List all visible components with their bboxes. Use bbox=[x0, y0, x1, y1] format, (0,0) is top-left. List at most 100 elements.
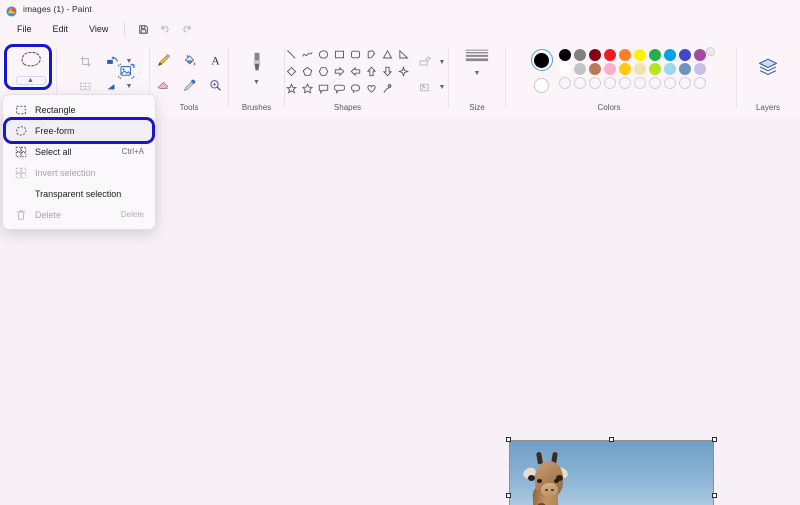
color-swatch[interactable] bbox=[573, 77, 586, 89]
color-swatch[interactable] bbox=[648, 77, 661, 89]
image-selection[interactable] bbox=[506, 437, 717, 505]
color-swatch[interactable] bbox=[558, 49, 571, 61]
shape-rectangular-callout[interactable] bbox=[316, 81, 331, 96]
pencil-icon[interactable] bbox=[151, 48, 175, 72]
shape-right-triangle[interactable] bbox=[396, 47, 411, 62]
layers-icon[interactable] bbox=[757, 57, 779, 82]
group-shapes: Shapes bbox=[285, 40, 410, 118]
shape-four-point-star[interactable] bbox=[396, 64, 411, 79]
color-swatch[interactable] bbox=[618, 77, 631, 89]
fill-bucket-icon[interactable] bbox=[177, 48, 201, 72]
color-swatch[interactable] bbox=[693, 63, 706, 75]
shape-rectangle[interactable] bbox=[332, 47, 347, 62]
resize-handle-w[interactable] bbox=[506, 493, 511, 498]
shape-rounded-callout[interactable] bbox=[332, 81, 347, 96]
color-swatch[interactable] bbox=[618, 63, 631, 75]
brush-icon[interactable] bbox=[249, 51, 265, 78]
resize-handle-nw[interactable] bbox=[506, 437, 511, 442]
color-swatch[interactable] bbox=[648, 49, 661, 61]
eraser-icon[interactable] bbox=[151, 73, 175, 97]
menu-view[interactable]: View bbox=[80, 21, 117, 37]
selection-expander[interactable]: ▲ bbox=[15, 75, 46, 85]
remove-background-icon[interactable] bbox=[117, 62, 136, 86]
color-swatch[interactable] bbox=[693, 49, 706, 61]
shape-rounded-rectangle[interactable] bbox=[348, 47, 363, 62]
transparent-selection-spacer bbox=[14, 187, 27, 200]
text-icon[interactable]: A bbox=[203, 48, 227, 72]
shape-up-arrow[interactable] bbox=[364, 64, 379, 79]
size-chevron-down-icon[interactable]: ▼ bbox=[474, 70, 481, 77]
primary-color-button[interactable] bbox=[530, 49, 553, 71]
resize-handle-ne[interactable] bbox=[712, 437, 717, 442]
color-swatch[interactable] bbox=[663, 77, 676, 89]
shape-oval[interactable] bbox=[316, 47, 331, 62]
eyedropper-icon[interactable] bbox=[177, 73, 201, 97]
save-icon[interactable] bbox=[132, 20, 154, 38]
color-swatch[interactable] bbox=[678, 77, 691, 89]
shape-curve[interactable] bbox=[300, 47, 315, 62]
color-swatch[interactable] bbox=[633, 49, 646, 61]
redo-icon[interactable] bbox=[176, 20, 198, 38]
undo-icon[interactable] bbox=[154, 20, 176, 38]
fill-icon[interactable] bbox=[413, 75, 437, 99]
shape-right-arrow[interactable] bbox=[332, 64, 347, 79]
shape-six-point-star[interactable] bbox=[300, 81, 315, 96]
brushes-chevron-down-icon[interactable]: ▼ bbox=[253, 79, 260, 86]
color-swatch[interactable] bbox=[573, 49, 586, 61]
shape-row-2 bbox=[284, 64, 411, 79]
shape-cloud-callout[interactable] bbox=[348, 81, 363, 96]
shape-line[interactable] bbox=[284, 47, 299, 62]
size-button[interactable]: ▼ bbox=[457, 45, 497, 79]
color-swatch[interactable] bbox=[618, 49, 631, 61]
dropdown-item-rectangle[interactable]: Rectangle bbox=[6, 99, 152, 120]
color-swatch[interactable] bbox=[603, 77, 616, 89]
color-swatch[interactable] bbox=[633, 63, 646, 75]
outline-icon[interactable] bbox=[413, 50, 437, 74]
shape-left-arrow[interactable] bbox=[348, 64, 363, 79]
color-swatch[interactable] bbox=[663, 49, 676, 61]
shape-polygon[interactable] bbox=[364, 47, 379, 62]
shape-pentagon[interactable] bbox=[300, 64, 315, 79]
shape-five-point-star[interactable] bbox=[284, 81, 299, 96]
outline-chevron-down-icon[interactable]: ▼ bbox=[439, 59, 446, 66]
color-swatch[interactable] bbox=[588, 63, 601, 75]
color-swatch[interactable] bbox=[678, 63, 691, 75]
shape-diamond[interactable] bbox=[284, 64, 299, 79]
crop-icon[interactable] bbox=[74, 49, 98, 73]
dropdown-label: Select all bbox=[35, 146, 72, 157]
shape-lightning[interactable] bbox=[380, 81, 395, 96]
dropdown-label: Transparent selection bbox=[35, 188, 122, 199]
fill-chevron-down-icon[interactable]: ▼ bbox=[439, 84, 446, 91]
shape-down-arrow[interactable] bbox=[380, 64, 395, 79]
color-swatch[interactable] bbox=[603, 63, 616, 75]
resize-handle-n[interactable] bbox=[609, 437, 614, 442]
shape-heart[interactable] bbox=[364, 81, 379, 96]
dropdown-item-transparent-selection[interactable]: Transparent selection bbox=[6, 183, 152, 204]
color-swatch[interactable] bbox=[588, 49, 601, 61]
magnifier-icon[interactable] bbox=[203, 73, 227, 97]
menu-edit[interactable]: Edit bbox=[44, 21, 78, 37]
color-swatch[interactable] bbox=[603, 49, 616, 61]
selection-tool[interactable]: ▲ bbox=[8, 45, 54, 89]
dropdown-item-free-form[interactable]: Free-form bbox=[3, 117, 155, 144]
color-swatch[interactable] bbox=[573, 63, 586, 75]
color-swatch[interactable] bbox=[633, 77, 646, 89]
selection-dropdown[interactable]: Rectangle Free-form Select all Ctrl+A In… bbox=[2, 94, 156, 230]
color-swatch[interactable] bbox=[663, 63, 676, 75]
color-swatch[interactable] bbox=[648, 63, 661, 75]
color-swatch[interactable] bbox=[588, 77, 601, 89]
group-brushes: ▼ Brushes bbox=[229, 40, 284, 118]
free-form-selection-icon bbox=[14, 124, 27, 137]
secondary-color-button[interactable] bbox=[531, 74, 553, 96]
shape-triangle[interactable] bbox=[380, 47, 395, 62]
menu-file[interactable]: File bbox=[8, 21, 41, 37]
color-swatch[interactable] bbox=[678, 49, 691, 61]
resize-handle-e[interactable] bbox=[712, 493, 717, 498]
color-swatch[interactable] bbox=[558, 77, 571, 89]
color-swatch[interactable] bbox=[693, 77, 706, 89]
color-palette bbox=[558, 49, 706, 89]
giraffe-photo[interactable] bbox=[509, 440, 714, 505]
color-swatch[interactable] bbox=[558, 63, 571, 75]
dropdown-item-select-all[interactable]: Select all Ctrl+A bbox=[6, 141, 152, 162]
shape-hexagon[interactable] bbox=[316, 64, 331, 79]
